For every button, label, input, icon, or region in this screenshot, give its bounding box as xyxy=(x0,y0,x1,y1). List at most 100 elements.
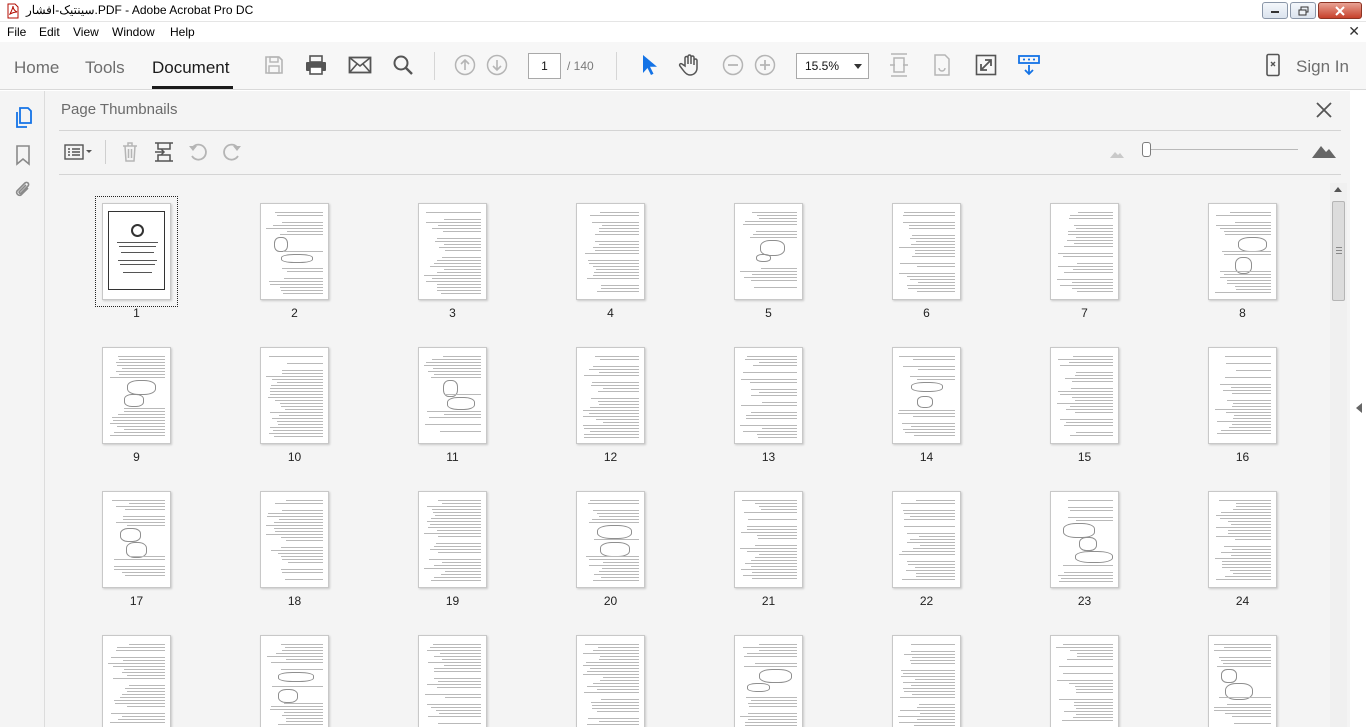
plus-circle-icon xyxy=(754,54,776,76)
mobile-link-button[interactable] xyxy=(1260,52,1286,78)
scrollbar-thumb[interactable] xyxy=(1332,201,1345,301)
page-number-label: 24 xyxy=(1235,594,1250,608)
page-thumbnail[interactable]: 9 xyxy=(60,329,200,464)
close-document-icon[interactable]: ✕ xyxy=(1348,23,1360,40)
page-thumbnail-image xyxy=(892,347,961,444)
page-thumbnail[interactable]: 16 xyxy=(1166,329,1306,464)
tab-document[interactable]: Document xyxy=(152,58,229,78)
page-number-label: 2 xyxy=(291,306,298,320)
attachments-button[interactable] xyxy=(10,177,36,203)
scroll-up-arrow-icon[interactable] xyxy=(1334,187,1342,192)
navigation-pane-rail xyxy=(0,91,45,727)
search-button[interactable] xyxy=(390,52,416,78)
page-number-label: 20 xyxy=(603,594,618,608)
zoom-value: 15.5% xyxy=(805,59,840,73)
page-thumbnail[interactable]: 20 xyxy=(534,473,674,608)
bookmarks-button[interactable] xyxy=(10,142,36,168)
select-tool-button[interactable] xyxy=(635,52,661,78)
zoom-out-button[interactable] xyxy=(720,52,746,78)
tab-tools[interactable]: Tools xyxy=(85,58,125,78)
fit-width-button[interactable] xyxy=(886,52,912,78)
page-thumbnails-button[interactable] xyxy=(10,105,36,131)
hand-tool-button[interactable] xyxy=(677,52,703,78)
page-thumbnail[interactable]: 12 xyxy=(534,329,674,464)
fit-width-icon xyxy=(890,53,908,77)
page-thumbnail[interactable]: 26 xyxy=(218,617,358,727)
page-thumbnail[interactable]: 11 xyxy=(376,329,516,464)
full-screen-button[interactable] xyxy=(973,52,999,78)
page-thumbnail-image xyxy=(1050,635,1119,727)
chevron-down-icon xyxy=(854,64,862,69)
page-number-label: 23 xyxy=(1077,594,1092,608)
insert-pages-button[interactable] xyxy=(152,140,176,164)
page-number-label: 4 xyxy=(607,306,614,320)
rotate-counterclockwise-button[interactable] xyxy=(186,140,210,164)
page-thumbnail[interactable]: 21 xyxy=(692,473,832,608)
page-number-label: 8 xyxy=(1239,306,1246,320)
page-thumbnail-image xyxy=(1208,347,1277,444)
page-thumbnail[interactable]: 27 xyxy=(376,617,516,727)
page-number-label: 3 xyxy=(449,306,456,320)
page-thumbnail[interactable]: 18 xyxy=(218,473,358,608)
page-thumbnail[interactable]: 23 xyxy=(1008,473,1148,608)
thumbnail-size-slider-track[interactable] xyxy=(1145,149,1298,150)
sign-in-link[interactable]: Sign In xyxy=(1296,57,1349,77)
page-thumbnail[interactable]: 28 xyxy=(534,617,674,727)
previous-page-button[interactable] xyxy=(452,52,478,78)
page-thumbnail[interactable]: 5 xyxy=(692,185,832,320)
page-thumbnail[interactable]: 1 xyxy=(60,185,200,320)
page-thumbnail[interactable]: 19 xyxy=(376,473,516,608)
options-menu-button[interactable] xyxy=(63,140,95,164)
page-thumbnail[interactable]: 17 xyxy=(60,473,200,608)
rotate-clockwise-button[interactable] xyxy=(220,140,244,164)
close-window-button[interactable] xyxy=(1318,2,1362,19)
page-thumbnail[interactable]: 31 xyxy=(1008,617,1148,727)
page-thumbnail[interactable]: 10 xyxy=(218,329,358,464)
page-thumbnail[interactable]: 22 xyxy=(850,473,990,608)
save-button[interactable] xyxy=(261,52,287,78)
page-thumbnail[interactable]: 13 xyxy=(692,329,832,464)
zoom-in-button[interactable] xyxy=(752,52,778,78)
page-thumbnail[interactable]: 24 xyxy=(1166,473,1306,608)
delete-pages-button[interactable] xyxy=(118,140,142,164)
page-thumbnail[interactable]: 32 xyxy=(1166,617,1306,727)
page-thumbnail[interactable]: 7 xyxy=(1008,185,1148,320)
page-thumbnail[interactable]: 15 xyxy=(1008,329,1148,464)
collapse-right-pane-icon[interactable] xyxy=(1356,403,1362,413)
rotate-view-button[interactable] xyxy=(929,52,955,78)
page-thumbnail[interactable]: 29 xyxy=(692,617,832,727)
page-thumbnail[interactable]: 14 xyxy=(850,329,990,464)
restore-button[interactable] xyxy=(1290,2,1316,19)
minimize-button[interactable] xyxy=(1262,2,1288,19)
toolbar-divider xyxy=(434,52,435,80)
close-panel-button[interactable] xyxy=(1313,99,1335,121)
cursor-arrow-icon xyxy=(643,55,657,75)
page-thumbnail-image xyxy=(734,491,803,588)
thumbnail-scrollbar[interactable] xyxy=(1330,183,1347,727)
page-thumbnail[interactable]: 4 xyxy=(534,185,674,320)
page-number-label: 6 xyxy=(923,306,930,320)
hand-icon xyxy=(678,54,698,76)
page-number-label: 9 xyxy=(133,450,140,464)
page-thumbnail[interactable]: 2 xyxy=(218,185,358,320)
menu-help[interactable]: Help xyxy=(170,25,195,39)
email-button[interactable] xyxy=(347,52,373,78)
page-thumbnail[interactable]: 30 xyxy=(850,617,990,727)
menu-file[interactable]: File xyxy=(7,25,26,39)
menu-edit[interactable]: Edit xyxy=(39,25,60,39)
page-number-input[interactable]: 1 xyxy=(528,53,561,79)
page-thumbnail[interactable]: 8 xyxy=(1166,185,1306,320)
tab-home[interactable]: Home xyxy=(14,58,59,78)
page-thumbnail[interactable]: 6 xyxy=(850,185,990,320)
page-thumbnail[interactable]: 3 xyxy=(376,185,516,320)
page-thumbnail[interactable]: 25 xyxy=(60,617,200,727)
page-number-label: 7 xyxy=(1081,306,1088,320)
thumbnail-size-slider-handle[interactable] xyxy=(1142,142,1151,157)
menu-view[interactable]: View xyxy=(73,25,99,39)
print-button[interactable] xyxy=(303,52,329,78)
next-page-button[interactable] xyxy=(484,52,510,78)
large-thumbnail-icon xyxy=(1312,146,1336,158)
zoom-select[interactable]: 15.5% xyxy=(796,53,869,79)
show-hide-toolbar-button[interactable] xyxy=(1016,52,1042,78)
menu-window[interactable]: Window xyxy=(112,25,155,39)
